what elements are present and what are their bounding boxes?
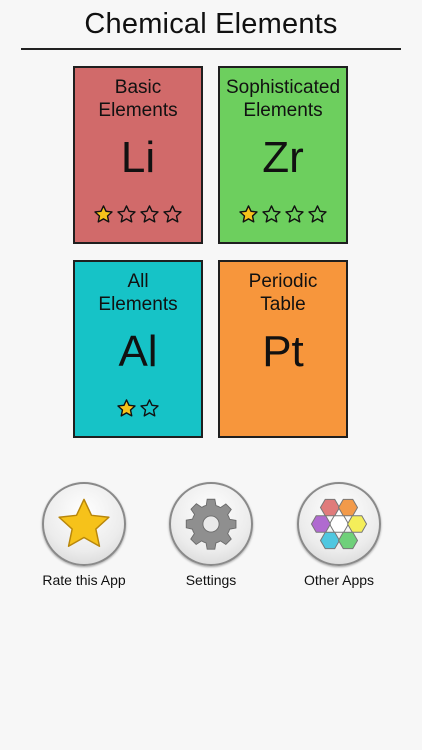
star-icon	[58, 498, 110, 547]
title-divider	[21, 48, 401, 50]
rate-app-button[interactable]	[42, 482, 126, 566]
page-title: Chemical Elements	[84, 8, 338, 40]
star-empty-icon	[140, 205, 159, 223]
star-empty-icon	[140, 399, 159, 417]
gear-icon	[185, 498, 237, 550]
star-empty-icon	[262, 205, 281, 223]
other-apps-label: Other Apps	[303, 572, 375, 588]
star-empty-icon	[163, 205, 182, 223]
star-filled-icon	[94, 205, 113, 223]
card-symbol: Li	[120, 133, 156, 182]
settings-label: Settings	[185, 572, 237, 588]
star-rating	[75, 204, 201, 225]
card-name: All Elements	[98, 271, 178, 315]
settings-button[interactable]	[169, 482, 253, 566]
star-rating	[220, 204, 346, 225]
card-name: Basic Elements	[98, 77, 178, 121]
card-basic-elements[interactable]: Basic Elements Li	[73, 66, 203, 244]
hexagons-icon	[310, 498, 368, 550]
card-symbol: Zr	[262, 133, 304, 182]
star-filled-icon	[239, 205, 258, 223]
card-sophisticated-elements[interactable]: Sophisticated Elements Zr	[218, 66, 348, 244]
star-rating	[75, 398, 201, 419]
card-name: Periodic Table	[248, 271, 318, 315]
card-periodic-table[interactable]: Periodic Table Pt	[218, 260, 348, 438]
card-all-elements[interactable]: All Elements Al	[73, 260, 203, 438]
rate-app-label: Rate this App	[42, 572, 126, 588]
star-empty-icon	[285, 205, 304, 223]
card-symbol: Pt	[262, 327, 304, 376]
card-symbol: Al	[118, 327, 158, 376]
star-filled-icon	[117, 399, 136, 417]
other-apps-button[interactable]	[297, 482, 381, 566]
card-name: Sophisticated Elements	[225, 77, 341, 121]
star-empty-icon	[117, 205, 136, 223]
star-empty-icon	[308, 205, 327, 223]
